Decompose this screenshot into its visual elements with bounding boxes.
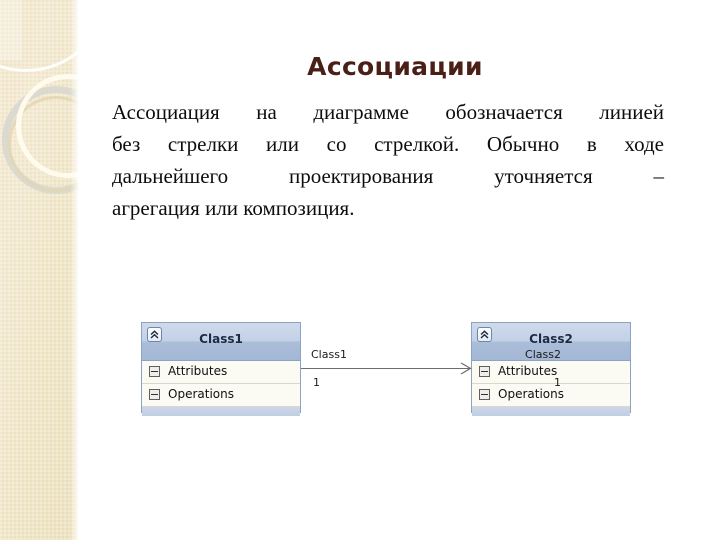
association-line	[301, 368, 471, 369]
uml-class-box-2[interactable]: Class2 Attributes Operations	[471, 322, 631, 416]
open-arrow-right-icon	[460, 362, 472, 380]
body-line: без стрелки или со стрелкой. Обычно в хо…	[112, 132, 664, 156]
association-source-role: Class1	[311, 348, 347, 361]
uml-compartment-attributes-1[interactable]: Attributes	[142, 361, 300, 384]
uml-compartment-label: Attributes	[498, 364, 558, 378]
minus-box-icon[interactable]	[149, 389, 160, 400]
minus-box-icon[interactable]	[479, 366, 490, 377]
uml-class-name-2: Class2	[529, 332, 573, 346]
association-target-multiplicity: 1	[554, 376, 561, 389]
uml-class-header-1: Class1	[142, 323, 300, 361]
decorative-arc	[0, 0, 78, 72]
slide-body-text: Ассоциация на диаграмме обозначается лин…	[112, 96, 664, 224]
uml-class-footer-2	[472, 407, 630, 416]
uml-compartment-label: Operations	[498, 387, 564, 401]
minus-box-icon[interactable]	[479, 389, 490, 400]
uml-compartment-label: Operations	[168, 387, 234, 401]
association-connector[interactable]	[301, 362, 472, 375]
band-edge-fade	[70, 0, 78, 540]
uml-class-name-1: Class1	[199, 332, 243, 346]
slide-title: Ассоциации	[307, 52, 483, 81]
uml-class-diagram: Class1 Attributes Operations Class2 Attr…	[141, 318, 631, 420]
uml-compartment-operations-2[interactable]: Operations	[472, 384, 630, 407]
association-source-multiplicity: 1	[313, 376, 320, 389]
body-line: агрегация или композиция.	[112, 196, 355, 220]
decorative-side-band	[0, 0, 78, 540]
body-line: дальнейшего проектирования уточняется –	[112, 164, 664, 188]
minus-box-icon[interactable]	[149, 366, 160, 377]
uml-compartment-label: Attributes	[168, 364, 228, 378]
slide-canvas: Ассоциации Ассоциация на диаграмме обозн…	[0, 0, 720, 540]
uml-class-box-1[interactable]: Class1 Attributes Operations	[141, 322, 301, 416]
uml-class-footer-1	[142, 407, 300, 416]
body-line: Ассоциация на диаграмме обозначается лин…	[112, 100, 664, 124]
association-target-role: Class2	[525, 348, 561, 361]
uml-compartment-attributes-2[interactable]: Attributes	[472, 361, 630, 384]
uml-compartment-operations-1[interactable]: Operations	[142, 384, 300, 407]
